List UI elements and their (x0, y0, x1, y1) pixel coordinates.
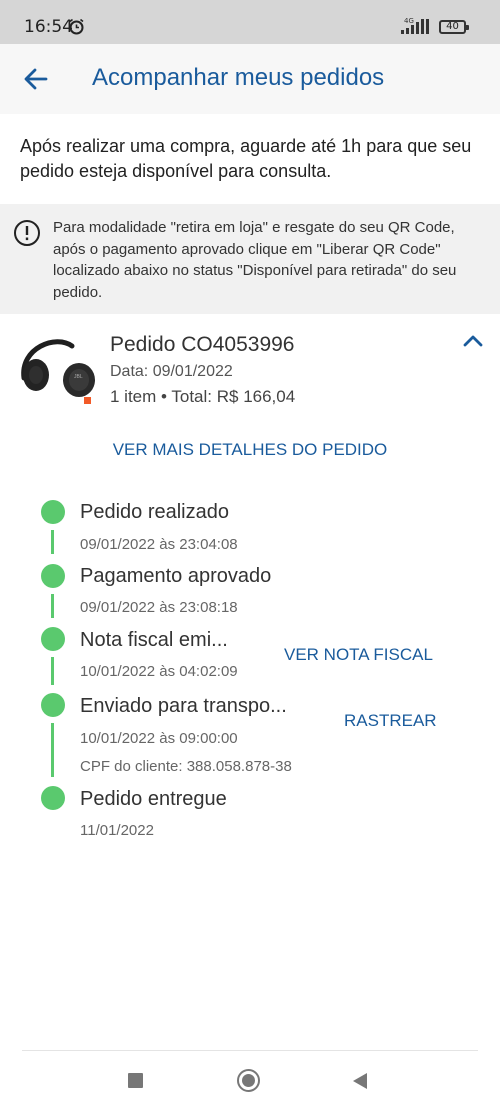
timeline-dot (41, 786, 65, 810)
step-title: Pedido entregue (80, 788, 227, 810)
step-title: Nota fiscal emi... (80, 629, 228, 651)
page-title: Acompanhar meus pedidos (92, 64, 385, 91)
battery-icon: 40 (439, 20, 469, 34)
step-title: Enviado para transpo... (80, 695, 287, 717)
product-image[interactable]: JBL (16, 334, 96, 410)
timeline-dot (41, 693, 65, 717)
track-shipment-button[interactable]: RASTREAR (344, 711, 437, 731)
notice-banner: Para modalidade "retira em loja" e resga… (0, 204, 500, 314)
alarm-clock-icon (69, 18, 84, 35)
timeline-dot (41, 627, 65, 651)
step-title: Pagamento aprovado (80, 565, 272, 587)
view-invoice-button[interactable]: VER NOTA FISCAL (284, 645, 433, 665)
timeline-line (51, 530, 54, 554)
step-date: 10/01/2022 às 04:02:09 (80, 663, 238, 680)
timeline-line (51, 723, 54, 777)
chevron-up-icon[interactable] (462, 330, 484, 352)
intro-text: Após realizar uma compra, aguarde até 1h… (20, 136, 472, 181)
arrow-left-icon[interactable] (22, 65, 50, 93)
order-summary: 1 item • Total: R$ 166,04 (110, 387, 296, 406)
step-date: 09/01/2022 às 23:04:08 (80, 536, 238, 553)
home-icon[interactable] (237, 1069, 260, 1092)
svg-text:JBL: JBL (74, 374, 83, 380)
signal-strength-icon (401, 19, 429, 34)
step-date: 09/01/2022 às 23:08:18 (80, 599, 238, 616)
back-triangle-icon[interactable] (352, 1072, 368, 1090)
recent-apps-icon[interactable] (128, 1073, 143, 1088)
nav-divider (22, 1050, 478, 1051)
timeline-line (51, 657, 54, 685)
timeline-line (51, 594, 54, 618)
timeline-dot (41, 564, 65, 588)
step-title: Pedido realizado (80, 501, 229, 523)
status-bar: 16:54 4G 40 (0, 0, 500, 44)
app-header: Acompanhar meus pedidos (0, 44, 500, 114)
order-title: Pedido CO4053996 (110, 333, 295, 356)
status-time: 16:54 (24, 17, 73, 37)
customer-cpf: CPF do cliente: 388.058.878-38 (80, 758, 292, 775)
exclamation-circle-icon (14, 220, 40, 246)
step-date: 11/01/2022 (80, 822, 154, 839)
notice-text: Para modalidade "retira em loja" e resga… (53, 219, 457, 301)
step-date: 10/01/2022 às 09:00:00 (80, 730, 238, 747)
order-date: Data: 09/01/2022 (110, 363, 233, 380)
order-details-link[interactable]: VER MAIS DETALHES DO PEDIDO (0, 440, 500, 460)
timeline-dot (41, 500, 65, 524)
